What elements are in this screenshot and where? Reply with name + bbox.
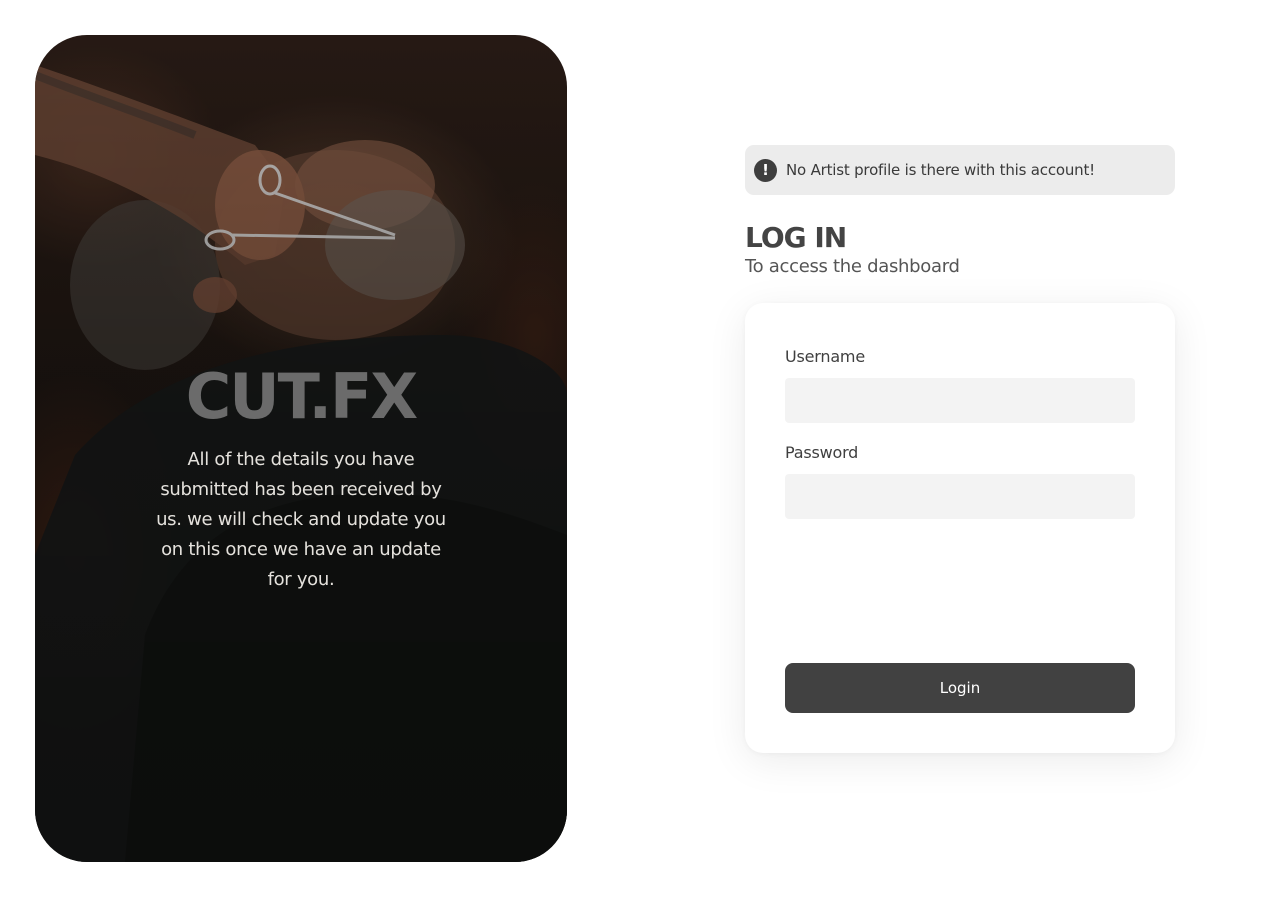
alert-message: No Artist profile is there with this acc…: [786, 161, 1095, 179]
page-subtitle: To access the dashboard: [745, 256, 960, 277]
error-alert: ! No Artist profile is there with this a…: [745, 145, 1175, 195]
brand-logo: CUT.FX: [185, 360, 418, 433]
password-input[interactable]: [785, 474, 1135, 519]
hero-message: All of the details you have submitted ha…: [156, 449, 446, 590]
exclamation-circle-icon: !: [754, 158, 777, 182]
login-button[interactable]: Login: [785, 663, 1135, 713]
hero-panel: CUT.FX All of the details you have submi…: [35, 35, 567, 862]
page-title: LOG IN: [745, 221, 847, 254]
username-label: Username: [785, 347, 865, 366]
password-label: Password: [785, 443, 859, 462]
username-input[interactable]: [785, 378, 1135, 423]
login-card: Username Password Login: [745, 303, 1175, 753]
